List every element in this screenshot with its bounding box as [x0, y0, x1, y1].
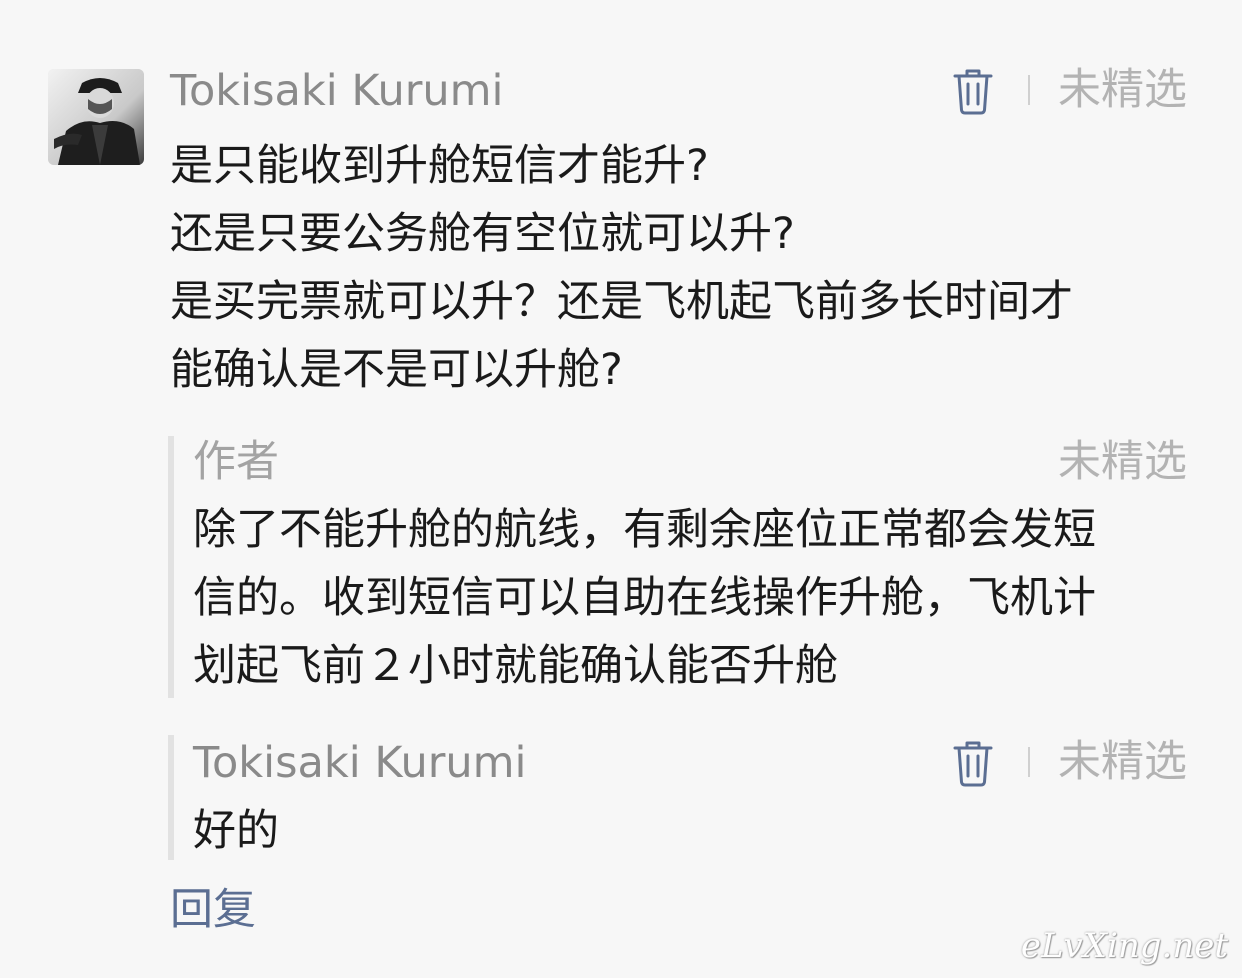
- reply-body: 除了不能升舱的航线，有剩余座位正常都会发短 信的。收到短信可以自助在线操作升舱，…: [193, 496, 1096, 700]
- unselected-label[interactable]: 未精选: [1058, 441, 1187, 484]
- reply-line: 划起飞前２小时就能确认能否升舱: [193, 641, 838, 691]
- comment-line: 是买完票就可以升？还是飞机起飞前多长时间才: [170, 277, 1073, 327]
- avatar-image: [48, 69, 144, 165]
- comment-line: 能确认是不是可以升舱?: [170, 345, 623, 395]
- reply-author: 作者: [193, 437, 279, 487]
- trash-icon[interactable]: [952, 67, 994, 115]
- reply-quote-bar: [168, 735, 174, 860]
- reply-line: 除了不能升舱的航线，有剩余座位正常都会发短: [193, 505, 1096, 555]
- comment-line: 还是只要公务舱有空位就可以升?: [170, 209, 795, 259]
- unselected-label[interactable]: 未精选: [1058, 69, 1187, 112]
- unselected-label[interactable]: 未精选: [1058, 741, 1187, 784]
- reply-link[interactable]: 回复: [170, 885, 256, 937]
- avatar[interactable]: [48, 69, 144, 165]
- reply-body: 好的: [193, 797, 279, 865]
- watermark: eLvXing.net: [1020, 926, 1228, 966]
- reply-line: 信的。收到短信可以自助在线操作升舱，飞机计: [193, 573, 1096, 623]
- separator: [1028, 75, 1030, 105]
- comment-body: 是只能收到升舱短信才能升? 还是只要公务舱有空位就可以升? 是买完票就可以升？还…: [170, 132, 1073, 404]
- reply-line: 好的: [193, 806, 279, 856]
- separator: [1028, 747, 1030, 777]
- comment-author[interactable]: Tokisaki Kurumi: [170, 70, 503, 113]
- comment-line: 是只能收到升舱短信才能升?: [170, 141, 709, 191]
- reply-author[interactable]: Tokisaki Kurumi: [193, 742, 526, 785]
- reply-quote-bar: [168, 436, 174, 698]
- trash-icon[interactable]: [952, 739, 994, 787]
